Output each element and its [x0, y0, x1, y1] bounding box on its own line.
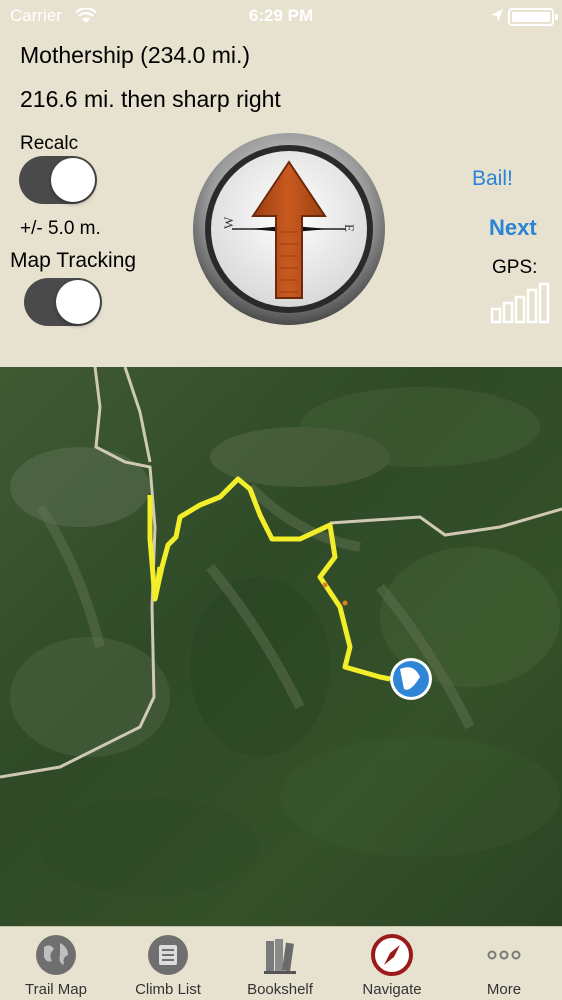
tab-bar: Trail Map Climb List Bookshelf Navigate … [0, 926, 562, 1000]
tab-trail-map[interactable]: Trail Map [0, 927, 112, 1000]
status-bar: Carrier 6:29 PM [0, 0, 562, 32]
map-tracking-toggle[interactable] [24, 278, 102, 326]
tab-more[interactable]: More [448, 927, 560, 1000]
more-icon [487, 950, 521, 960]
tab-label: More [486, 981, 522, 998]
compass-icon [371, 934, 413, 976]
next-button[interactable]: Next [489, 215, 537, 241]
tab-label: Climb List [135, 981, 201, 998]
books-icon [264, 939, 296, 974]
clock: 6:29 PM [248, 6, 314, 25]
current-location-marker[interactable] [390, 658, 432, 700]
tab-climb-list[interactable]: Climb List [112, 927, 224, 1000]
recalc-label: Recalc [20, 133, 79, 154]
compass-east-letter: E [342, 224, 357, 232]
toggle-knob [51, 158, 95, 202]
compass-west-letter: W [221, 216, 236, 229]
globe-icon [36, 935, 76, 975]
tab-navigate[interactable]: Navigate [336, 927, 448, 1000]
battery-icon [508, 8, 558, 26]
gps-signal-icon [490, 282, 550, 324]
tab-label: Bookshelf [247, 981, 313, 998]
tab-bookshelf[interactable]: Bookshelf [224, 927, 336, 1000]
toggle-knob [56, 280, 100, 324]
gps-label: GPS: [492, 257, 538, 278]
satellite-map-view[interactable] [0, 367, 562, 926]
destination-title: Mothership (234.0 mi.) [20, 42, 251, 68]
turn-instruction: 216.6 mi. then sharp right [20, 86, 281, 112]
compass-icon: W E [193, 133, 385, 325]
tab-label: Navigate [362, 981, 422, 998]
trail-map[interactable] [0, 367, 562, 926]
map-tracking-label: Map Tracking [10, 249, 137, 272]
navigation-panel: Mothership (234.0 mi.) 216.6 mi. then sh… [0, 32, 562, 367]
recalc-toggle[interactable] [19, 156, 97, 204]
gps-accuracy: +/- 5.0 m. [20, 218, 101, 239]
list-icon [148, 935, 188, 975]
bail-button[interactable]: Bail! [472, 167, 513, 191]
tab-label: Trail Map [25, 981, 87, 998]
location-arrow-icon [491, 9, 503, 22]
